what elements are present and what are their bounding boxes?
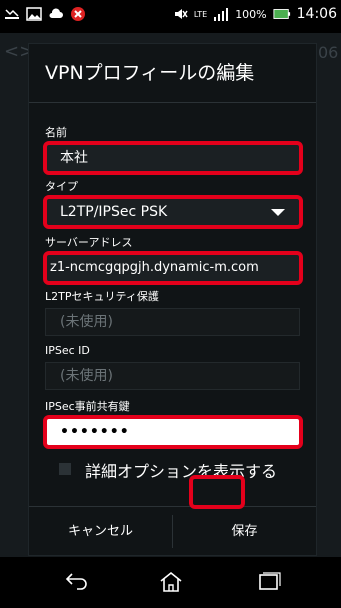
background-text: 06 [318,43,339,62]
mute-icon [174,9,188,19]
cloud-icon [49,8,63,18]
notification-icons [4,6,86,22]
alert-icon [71,7,85,21]
save-button[interactable]: 保存 [173,507,316,556]
navigation-bar [0,557,341,608]
clock: 14:06 [296,6,337,22]
back-icon[interactable] [64,570,90,592]
ipsec-psk-label: IPSec事前共有鍵 [45,400,130,413]
system-icons: LTE 100% 14:06 [172,6,337,22]
type-label: タイプ [45,180,78,193]
psk-highlight [43,415,303,449]
server-highlight [43,251,303,285]
picture-icon [26,7,42,21]
signal-icon [214,8,229,21]
vpn-edit-dialog: VPNプロフィールの編集 名前 本社 タイプ L2TP/IPSec PSK サー… [28,43,317,556]
battery-level: 100% [235,7,267,21]
missed-call-icon [5,9,19,19]
network-type: LTE [193,9,208,19]
battery-icon [273,9,290,19]
title-divider [29,102,316,103]
l2tp-secret-label: L2TPセキュリティ保護 [45,290,159,303]
type-highlight [43,195,303,229]
server-label: サーバーアドレス [45,236,133,249]
name-label: 名前 [45,126,67,139]
ipsec-id-field[interactable]: (未使用) [45,362,300,390]
l2tp-secret-field[interactable]: (未使用) [45,308,300,336]
ipsec-id-label: IPSec ID [45,344,90,357]
home-icon[interactable] [158,570,184,594]
advanced-options-checkbox[interactable] [59,463,71,475]
recent-apps-icon[interactable] [256,570,282,592]
cancel-button[interactable]: キャンセル [29,507,172,556]
name-highlight [43,141,303,175]
dialog-title: VPNプロフィールの編集 [45,62,255,84]
advanced-options-label[interactable]: 詳細オプションを表示する [85,458,277,482]
status-bar: LTE 100% 14:06 [0,0,341,33]
save-highlight [189,475,245,509]
dialog-button-bar: キャンセル 保存 [29,506,316,556]
